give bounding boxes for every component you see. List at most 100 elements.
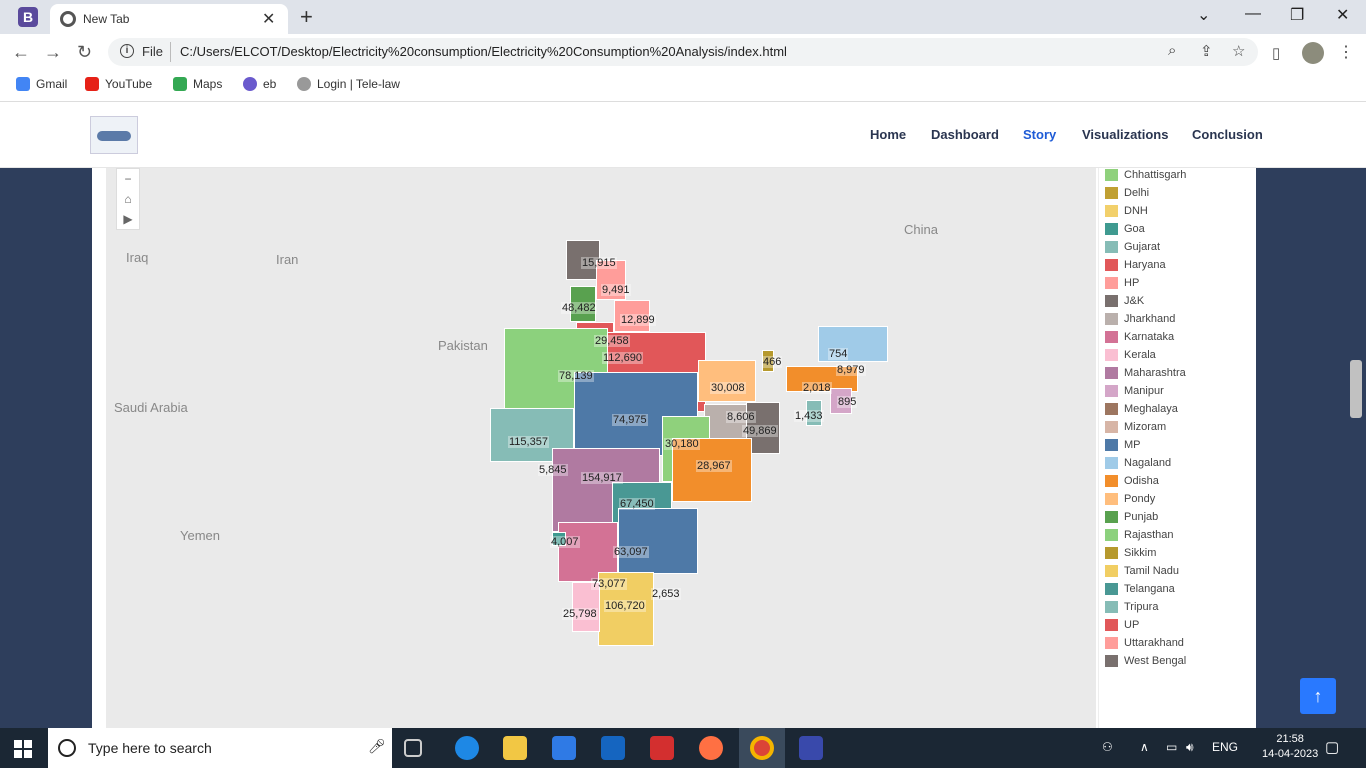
volume-icon[interactable]: 🔊︎ — [1186, 740, 1194, 755]
legend-item[interactable]: Punjab — [1105, 510, 1158, 524]
store-icon[interactable] — [552, 736, 576, 760]
clock-date: 14-04-2023 — [1262, 748, 1319, 760]
back-icon[interactable]: ← — [12, 42, 30, 63]
value-label: 154,917 — [581, 472, 623, 484]
taskbar-search-box[interactable]: Type here to search 🎤︎ — [48, 728, 392, 768]
bookmark-star-icon[interactable]: ☆ — [1232, 42, 1245, 60]
value-label: 9,491 — [601, 284, 631, 296]
legend-swatch — [1105, 655, 1118, 667]
legend-label: Uttarakhand — [1124, 637, 1184, 649]
microphone-icon[interactable]: 🎤︎ — [368, 738, 386, 755]
task-view-icon[interactable] — [404, 739, 422, 757]
chrome-icon — [60, 11, 76, 27]
nav-home[interactable]: Home — [870, 127, 906, 142]
legend-item[interactable]: Telangana — [1105, 582, 1175, 596]
nav-conclusion[interactable]: Conclusion — [1192, 127, 1263, 142]
state-region-andhra[interactable] — [618, 508, 698, 574]
app-taskbar-icon[interactable] — [799, 736, 823, 760]
state-region-bihar[interactable] — [698, 360, 756, 402]
legend-item[interactable]: DNH — [1105, 204, 1148, 218]
legend-item[interactable]: Uttarakhand — [1105, 636, 1184, 650]
legend-item[interactable]: MP — [1105, 438, 1141, 452]
scroll-to-top-button[interactable]: ↑ — [1300, 678, 1336, 714]
legend-item[interactable]: Jharkhand — [1105, 312, 1175, 326]
language-indicator[interactable]: ENG — [1212, 740, 1238, 754]
legend-item[interactable]: J&K — [1105, 294, 1144, 308]
url-text[interactable]: C:/Users/ELCOT/Desktop/Electricity%20con… — [180, 44, 787, 59]
legend-item[interactable]: Nagaland — [1105, 456, 1171, 470]
search-placeholder: Type here to search — [88, 740, 212, 756]
omnibox[interactable]: i File C:/Users/ELCOT/Desktop/Electricit… — [108, 38, 1258, 66]
zoom-out-icon[interactable]: − — [117, 169, 139, 189]
home-icon[interactable]: ⌂ — [117, 189, 139, 209]
wps-office-icon[interactable] — [650, 736, 674, 760]
browser-tab-active[interactable]: New Tab ✕ — [50, 4, 288, 34]
windows-start-icon[interactable] — [14, 740, 32, 758]
legend-item[interactable]: Goa — [1105, 222, 1145, 236]
tab-close-icon[interactable]: ✕ — [262, 9, 275, 29]
bookmark-youtube[interactable]: YouTube — [85, 77, 152, 91]
people-icon[interactable]: ⚇ — [1102, 740, 1113, 754]
pinned-tab-favicon[interactable]: B — [18, 7, 38, 27]
file-explorer-icon[interactable] — [503, 736, 527, 760]
tab-search-icon[interactable]: ⌄ — [1197, 5, 1210, 25]
legend-item[interactable]: Mizoram — [1105, 420, 1166, 434]
site-info-icon[interactable]: i — [120, 44, 134, 58]
legend-item[interactable]: Manipur — [1105, 384, 1164, 398]
legend-item[interactable]: Chhattisgarh — [1105, 168, 1186, 182]
zoom-icon[interactable]: ⌕ — [1168, 42, 1176, 59]
legend-item[interactable]: West Bengal — [1105, 654, 1186, 668]
battery-icon[interactable]: ▭ — [1166, 740, 1177, 754]
legend-item[interactable]: Gujarat — [1105, 240, 1160, 254]
close-window-button[interactable]: ✕ — [1336, 5, 1349, 25]
legend-item[interactable]: Tripura — [1105, 600, 1158, 614]
legend-item[interactable]: Karnataka — [1105, 330, 1174, 344]
legend-item[interactable]: Delhi — [1105, 186, 1149, 200]
legend-label: MP — [1124, 439, 1141, 451]
notifications-icon[interactable]: ▢ — [1325, 738, 1339, 756]
page-viewport: Home Dashboard Story Visualizations Conc… — [0, 102, 1366, 728]
legend-item[interactable]: Meghalaya — [1105, 402, 1178, 416]
legend-swatch — [1105, 277, 1118, 289]
value-label: 2,653 — [651, 588, 681, 600]
legend-item[interactable]: Haryana — [1105, 258, 1166, 272]
legend-item[interactable]: HP — [1105, 276, 1139, 290]
chrome-taskbar-icon[interactable] — [750, 736, 774, 760]
tray-chevron-icon[interactable]: ∧ — [1140, 740, 1149, 754]
legend-label: UP — [1124, 619, 1140, 631]
forward-icon[interactable]: → — [44, 42, 62, 63]
legend-label: Karnataka — [1124, 331, 1175, 343]
profile-avatar[interactable] — [1302, 42, 1324, 64]
menu-kebab-icon[interactable]: ⋮ — [1338, 42, 1354, 62]
reload-icon[interactable]: ↻ — [77, 42, 92, 63]
share-icon[interactable]: ⇪ — [1200, 42, 1213, 60]
edge-icon[interactable] — [455, 736, 479, 760]
legend-item[interactable]: Sikkim — [1105, 546, 1156, 560]
legend-item[interactable]: Maharashtra — [1105, 366, 1186, 380]
side-panel-icon[interactable]: ▯ — [1272, 44, 1280, 62]
maximize-button[interactable]: ❐ — [1290, 5, 1304, 25]
legend-item[interactable]: Rajasthan — [1105, 528, 1174, 542]
play-icon[interactable]: ▶ — [117, 209, 139, 229]
nav-story[interactable]: Story — [1023, 127, 1056, 142]
nav-visualizations[interactable]: Visualizations — [1082, 127, 1168, 142]
bookmark-maps[interactable]: Maps — [173, 77, 222, 91]
new-tab-button[interactable]: + — [300, 4, 313, 30]
legend-item[interactable]: Tamil Nadu — [1105, 564, 1179, 578]
legend-item[interactable]: Kerala — [1105, 348, 1156, 362]
legend-item[interactable]: Odisha — [1105, 474, 1159, 488]
legend-item[interactable]: UP — [1105, 618, 1139, 632]
minimize-button[interactable]: — — [1245, 5, 1261, 23]
legend-item[interactable]: Pondy — [1105, 492, 1155, 506]
system-clock[interactable]: 21:58 14-04-2023 — [1262, 732, 1318, 762]
mail-icon[interactable] — [601, 736, 625, 760]
bookmark-tele-law[interactable]: Login | Tele-law — [297, 77, 400, 91]
page-scrollbar-thumb[interactable] — [1350, 360, 1362, 418]
firefox-icon[interactable] — [699, 736, 723, 760]
bookmark-gmail[interactable]: Gmail — [16, 77, 67, 91]
bookmark-eb[interactable]: eb — [243, 77, 276, 91]
nav-dashboard[interactable]: Dashboard — [931, 127, 999, 142]
value-label: 67,450 — [619, 498, 655, 510]
site-logo[interactable] — [90, 116, 138, 154]
india-consumption-map[interactable]: Iraq Iran Pakistan Saudi Arabia Yemen Ch… — [106, 168, 1096, 728]
